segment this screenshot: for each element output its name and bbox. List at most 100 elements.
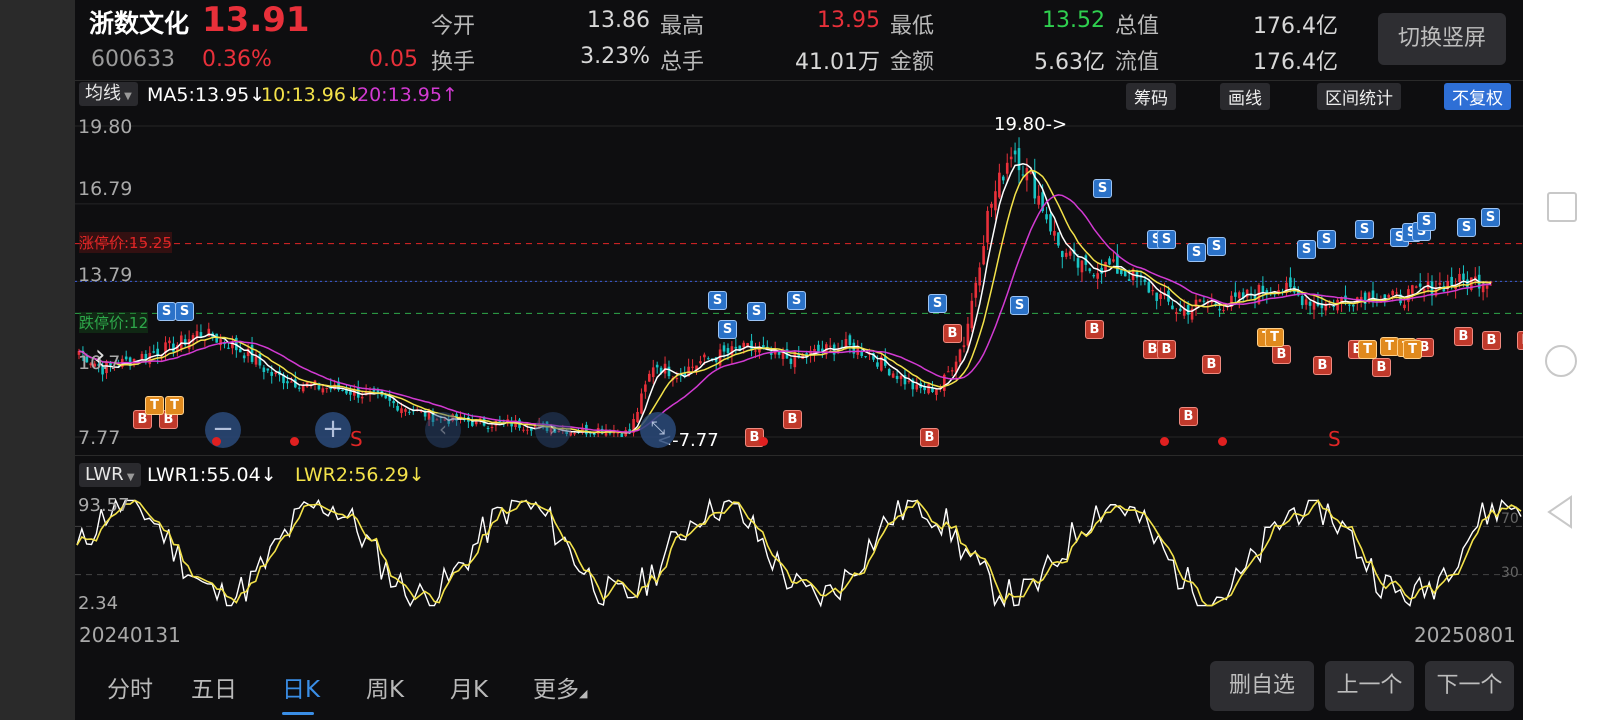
caret-down-icon: ▼	[121, 91, 132, 102]
price-axis-3: 13.79	[78, 264, 133, 286]
sell-signal-marker[interactable]: S	[787, 291, 806, 310]
tab-active-indicator	[282, 712, 314, 715]
tab-weekly-k[interactable]: 周K	[366, 670, 404, 704]
recents-icon[interactable]	[1547, 192, 1577, 222]
tab-more[interactable]: 更多◢	[533, 670, 587, 704]
buy-signal-marker[interactable]: B	[783, 410, 802, 429]
zoom-in-button[interactable]: +	[315, 412, 351, 448]
sell-signal-marker[interactable]: S	[1457, 218, 1476, 237]
candle-body	[636, 411, 639, 423]
lwr-indicator-chart[interactable]	[75, 492, 1523, 616]
sell-signal-marker[interactable]: S	[928, 294, 947, 313]
candle-body	[876, 362, 879, 367]
candle-body	[970, 300, 974, 329]
buy-signal-marker[interactable]: B	[1085, 320, 1104, 339]
sell-signal-marker[interactable]: S	[747, 302, 766, 321]
zoom-out-button[interactable]: −	[205, 412, 241, 448]
remove-watchlist-button[interactable]: 删自选	[1210, 661, 1314, 711]
t-signal-marker[interactable]: T	[1358, 340, 1377, 359]
candle-body	[1029, 172, 1033, 174]
switch-portrait-button[interactable]: 切换竖屏	[1378, 13, 1506, 65]
sell-signal-marker[interactable]: S	[718, 320, 737, 339]
buy-signal-marker[interactable]: B	[943, 324, 962, 343]
no-adjust-button[interactable]: 不复权	[1444, 83, 1511, 110]
sell-signal-marker[interactable]: S	[1297, 240, 1316, 259]
candle-body	[655, 364, 659, 368]
candle-body	[887, 369, 891, 376]
home-icon[interactable]	[1545, 345, 1577, 377]
candle-body	[1092, 275, 1096, 277]
range-stats-button[interactable]: 区间统计	[1317, 83, 1401, 110]
buy-signal-marker[interactable]: B	[1202, 355, 1221, 374]
buy-signal-marker[interactable]: B	[1179, 407, 1198, 426]
candle-body	[1049, 214, 1052, 232]
candle-body	[950, 370, 954, 372]
buy-signal-marker[interactable]: B	[1272, 345, 1291, 364]
chevron-right-icon[interactable]: ›	[95, 340, 105, 370]
candle-body	[895, 375, 899, 380]
scroll-left-icon[interactable]: ‹	[425, 412, 461, 448]
candle-body	[1123, 270, 1127, 277]
lwr-selector[interactable]: LWR ▼	[79, 463, 141, 487]
buy-signal-marker[interactable]: B	[920, 428, 939, 447]
sell-signal-marker[interactable]: S	[1417, 212, 1436, 231]
candle-body	[254, 356, 258, 365]
candle-body	[1064, 252, 1068, 257]
draw-line-button[interactable]: 画线	[1220, 83, 1270, 110]
price-axis-top: 19.80	[78, 116, 133, 138]
sell-signal-marker[interactable]: S	[157, 302, 176, 321]
indicator-axis-bottom: 2.34	[78, 593, 119, 614]
sell-signal-marker[interactable]: S	[1207, 237, 1226, 256]
sell-signal-marker[interactable]: S	[1157, 230, 1176, 249]
candle-body	[1013, 150, 1017, 155]
next-stock-button[interactable]: 下一个	[1425, 661, 1514, 711]
buy-signal-marker[interactable]: B	[1157, 340, 1176, 359]
sell-signal-marker[interactable]: S	[708, 291, 727, 310]
sell-signal-marker[interactable]: S	[1481, 208, 1500, 227]
sell-signal-marker[interactable]: S	[1010, 296, 1029, 315]
candle-body	[966, 323, 970, 346]
current-price: 13.91	[202, 0, 310, 40]
sell-signal-marker[interactable]: S	[175, 302, 194, 321]
buy-signal-marker[interactable]: B	[1313, 356, 1332, 375]
tab-daily-k[interactable]: 日K	[282, 670, 320, 704]
candle-body	[400, 408, 403, 414]
event-dot	[1218, 437, 1227, 446]
candle-body	[1403, 304, 1406, 309]
t-signal-marker[interactable]: T	[1265, 328, 1284, 347]
candle-body	[734, 346, 738, 349]
t-signal-marker[interactable]: T	[145, 396, 164, 415]
candle-body	[172, 343, 175, 352]
candle-body	[290, 381, 293, 383]
tab-monthly-k[interactable]: 月K	[450, 670, 488, 704]
candle-body	[522, 429, 525, 431]
sell-signal-marker[interactable]: S	[1355, 220, 1374, 239]
scroll-right-icon[interactable]: ›	[535, 412, 571, 448]
buy-signal-marker[interactable]: B	[1454, 327, 1473, 346]
t-signal-marker[interactable]: T	[1403, 340, 1422, 359]
candlestick-chart[interactable]	[75, 112, 1523, 452]
buy-signal-marker[interactable]: B	[1372, 358, 1391, 377]
tab-intraday[interactable]: 分时	[107, 670, 153, 704]
candle-body	[1076, 258, 1080, 268]
candle-body	[1009, 156, 1013, 160]
candle-body	[722, 345, 726, 352]
ma-selector[interactable]: 均线 ▼	[79, 82, 138, 106]
ma5-value: MA5:13.95↓	[147, 84, 266, 106]
reset-zoom-icon[interactable]: ⤡	[640, 412, 676, 448]
candle-body	[978, 267, 981, 286]
system-nav-bar	[1523, 0, 1600, 720]
sell-signal-marker[interactable]: S	[1317, 230, 1336, 249]
candle-body	[490, 427, 494, 429]
previous-stock-button[interactable]: 上一个	[1325, 661, 1414, 711]
sell-signal-marker[interactable]: S	[1187, 243, 1206, 262]
t-signal-marker[interactable]: T	[165, 396, 184, 415]
candle-body	[1112, 259, 1115, 262]
tab-five-day[interactable]: 五日	[191, 670, 237, 704]
chips-button[interactable]: 筹码	[1126, 83, 1176, 110]
sell-signal-marker[interactable]: S	[1093, 179, 1112, 198]
candle-body	[1021, 174, 1025, 176]
candle-body	[927, 384, 930, 394]
back-icon[interactable]	[1545, 495, 1575, 529]
buy-signal-marker[interactable]: B	[1482, 331, 1501, 350]
